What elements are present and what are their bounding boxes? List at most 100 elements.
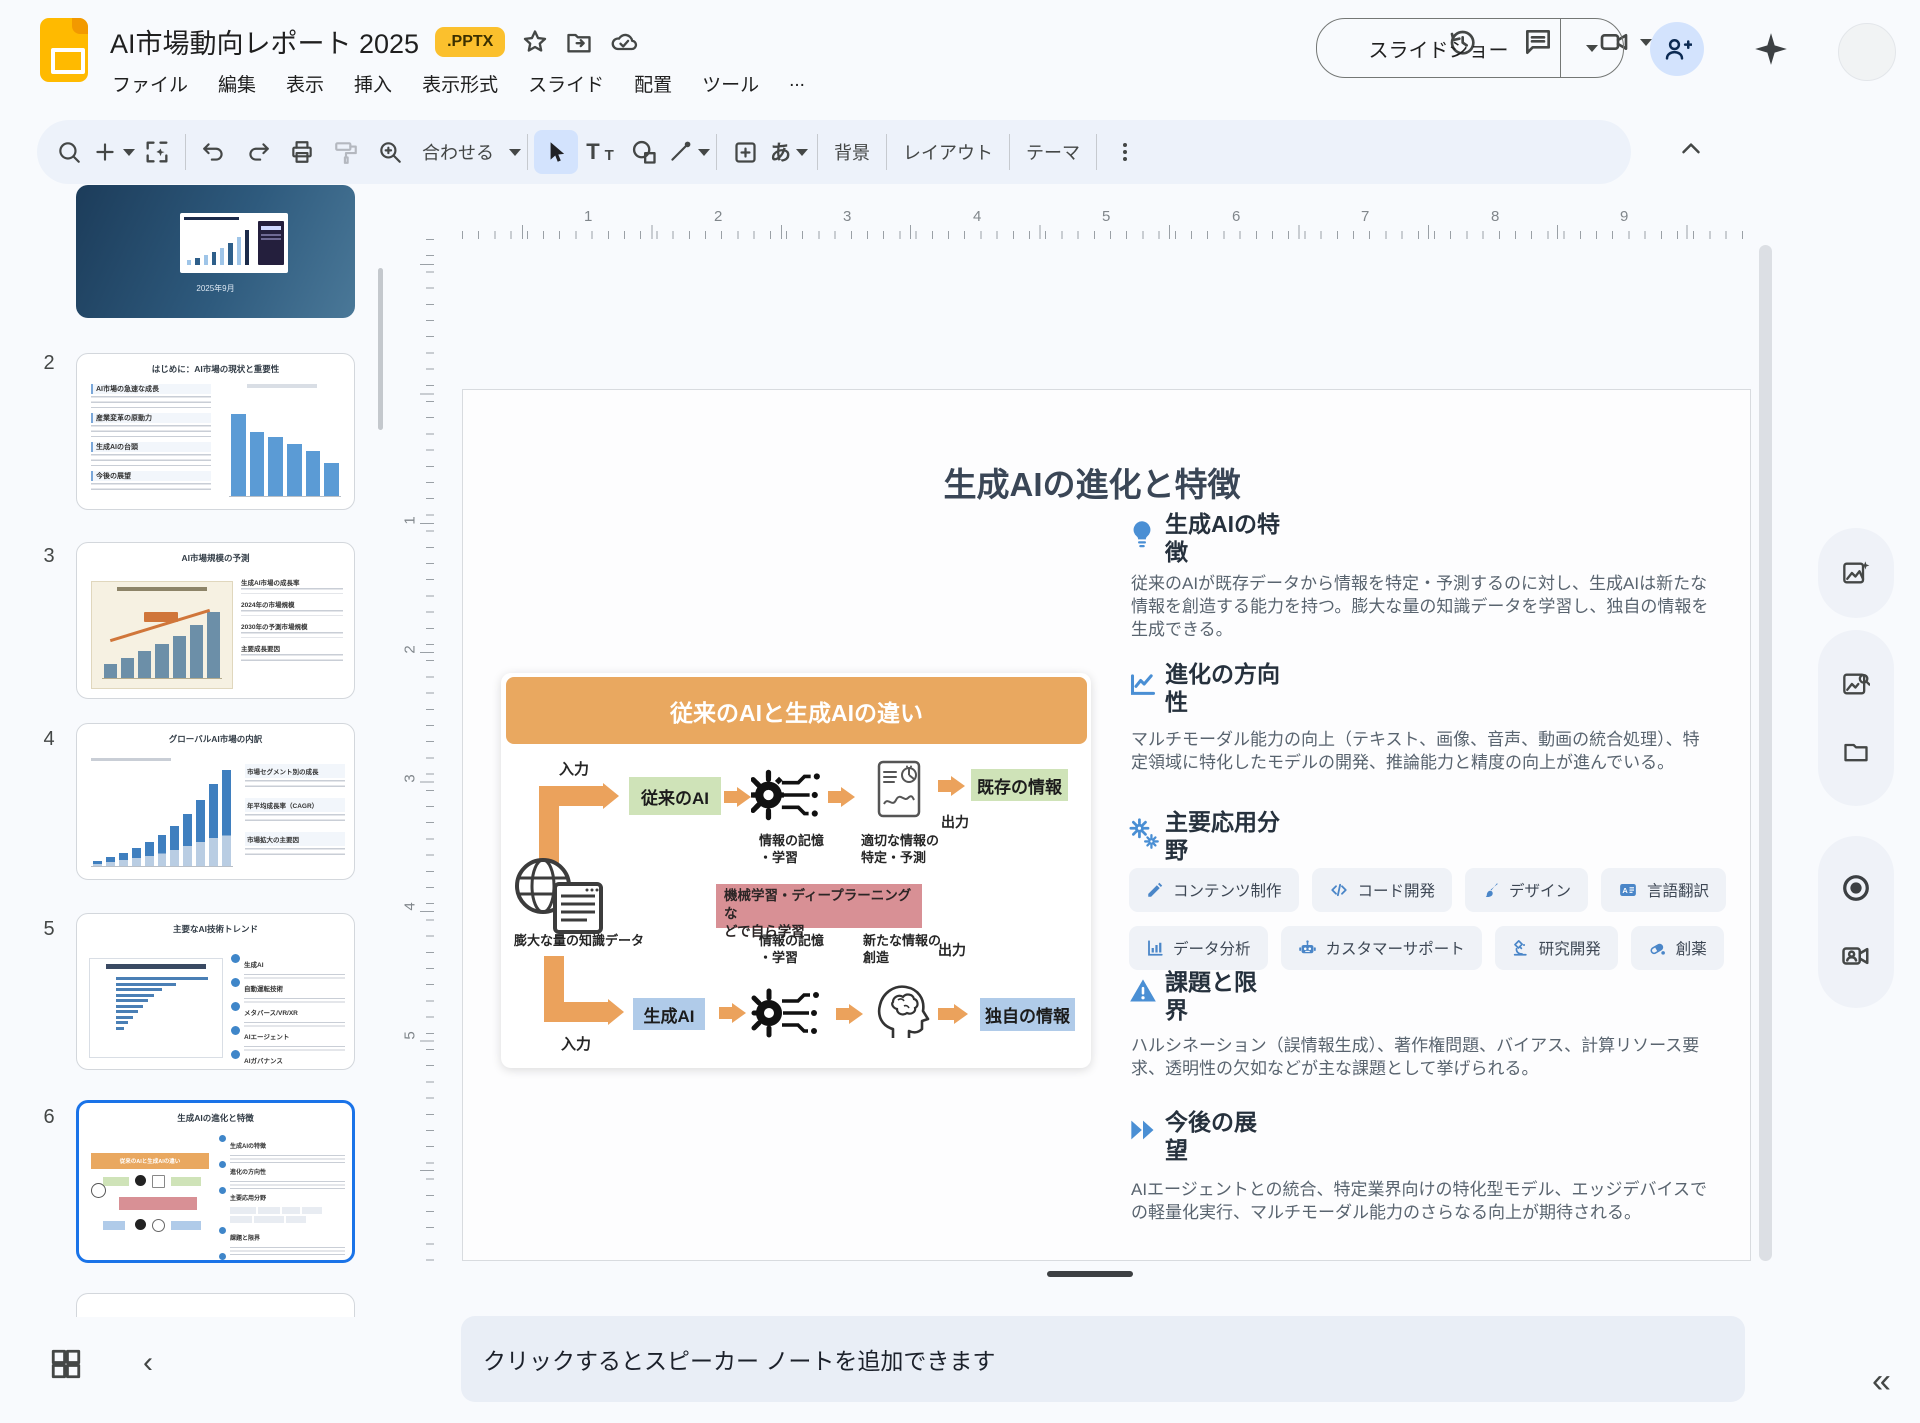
arrow-icon (938, 780, 951, 792)
menu-tools[interactable]: ツール (702, 70, 759, 97)
plus-icon (92, 139, 118, 165)
collapse-toolbar-button[interactable] (1676, 134, 1706, 164)
textbox-tool-button[interactable]: TT (578, 130, 622, 174)
menu-bar: ファイル 編集 表示 挿入 表示形式 スライド 配置 ツール ... (112, 70, 805, 97)
cloud-saved-icon[interactable] (609, 28, 639, 56)
chevron-down-icon (509, 149, 521, 156)
new-slide-button[interactable] (91, 130, 135, 174)
record-icon[interactable] (1841, 873, 1871, 903)
slideshow-button[interactable]: スライドショー (1316, 18, 1624, 78)
undo-button[interactable] (192, 130, 236, 174)
canvas-scrollbar[interactable] (1759, 245, 1772, 1261)
templates-button[interactable] (135, 130, 179, 174)
slideshow-options-button[interactable] (1560, 19, 1623, 77)
background-button[interactable]: 背景 (824, 130, 880, 174)
chip-customer-support: カスタマーサポート (1281, 926, 1482, 970)
slide-canvas[interactable]: 生成AIの進化と特徴 従来のAIと生成AIの違い 入力 従来のAI 情報の記憶 … (462, 389, 1751, 1261)
document-title[interactable]: AI市場動向レポート 2025 (110, 22, 419, 61)
star-icon[interactable] (521, 28, 549, 56)
slides-logo[interactable] (40, 18, 88, 82)
menu-more[interactable]: ... (789, 70, 805, 97)
paint-format-button[interactable] (324, 130, 368, 174)
slide-thumbnail-5[interactable]: 主要なAI技術トレンド 生成AI 自動運転技術 メタバース/VR/XR AIエー… (76, 913, 355, 1070)
avatar[interactable] (1838, 23, 1896, 81)
redo-button[interactable] (236, 130, 280, 174)
chip-drug-discovery: 創薬 (1631, 926, 1724, 970)
gears-icon (1129, 818, 1159, 850)
share-button[interactable] (1650, 22, 1704, 76)
report-icon (877, 760, 921, 818)
menu-edit[interactable]: 編集 (218, 70, 256, 97)
grid-view-button[interactable] (49, 1347, 83, 1381)
create-label: 新たな情報の 創造 (863, 933, 941, 967)
line-icon (667, 139, 693, 165)
bar-chart-icon (1146, 939, 1164, 957)
arrow-icon (719, 1007, 732, 1019)
more-options-button[interactable] (1103, 130, 1147, 174)
slide-thumbnail-3[interactable]: AI市場規模の予測 生成AI市場の成長率 2024年の市場規模 2030年の予測… (76, 542, 355, 699)
speaker-notes-input[interactable]: クリックするとスピーカー ノートを追加できます (461, 1316, 1745, 1402)
zoom-in-icon (377, 139, 403, 165)
slide-thumbnail-1[interactable]: 2025年9月 (76, 185, 355, 318)
gear-circuit-icon (751, 766, 823, 824)
fit-zoom-select[interactable]: 合わせる (412, 130, 521, 174)
robot-icon (1298, 939, 1317, 957)
chip-data-analysis: データ分析 (1129, 926, 1268, 970)
menu-arrange[interactable]: 配置 (634, 70, 672, 97)
gemini-sparkle-icon[interactable] (1752, 30, 1790, 68)
kana-icon: あ (770, 137, 791, 167)
search-menus-button[interactable] (47, 130, 91, 174)
zoom-button[interactable] (368, 130, 412, 174)
microscope-icon (1512, 939, 1530, 957)
menu-file[interactable]: ファイル (112, 70, 188, 97)
menu-slide[interactable]: スライド (528, 70, 604, 97)
menu-format[interactable]: 表示形式 (422, 70, 498, 97)
svg-text:A: A (1622, 886, 1628, 895)
line-tool-button[interactable] (666, 130, 710, 174)
generative-ai-box: 生成AI (633, 998, 705, 1030)
print-button[interactable] (280, 130, 324, 174)
insert-image-button[interactable] (723, 130, 767, 174)
notes-resize-handle[interactable] (1047, 1271, 1133, 1277)
furigana-button[interactable]: あ (767, 130, 811, 174)
redo-icon (245, 139, 271, 165)
arrow-icon (724, 791, 737, 803)
trend-chart-icon (1129, 670, 1157, 698)
horizontal-ruler: 1 2 3 4 5 6 7 8 9 (462, 206, 1751, 239)
brush-icon (1482, 881, 1500, 899)
translate-icon: A (1618, 881, 1638, 899)
slide-thumbnail-4[interactable]: グローバルAI市場の内訳 市場セグメント別の成長 年平均成長率（CAGR） 市場… (76, 723, 355, 880)
knowledge-globe-icon (513, 856, 605, 936)
pptx-badge: .PPTX (435, 27, 505, 57)
select-tool-button[interactable] (534, 130, 578, 174)
menu-view[interactable]: 表示 (286, 70, 324, 97)
arrow-icon (836, 1008, 849, 1020)
move-folder-icon[interactable] (565, 28, 593, 56)
input-label-top: 入力 (559, 760, 589, 780)
cursor-icon (543, 139, 569, 165)
theme-button[interactable]: テーマ (1016, 130, 1090, 174)
filmstrip-scrollbar[interactable] (378, 268, 383, 430)
slide-thumbnail-7[interactable] (76, 1293, 355, 1317)
side-panel-bottom (1818, 836, 1894, 1008)
shape-tool-button[interactable] (622, 130, 666, 174)
search-icon (56, 139, 82, 165)
slide-thumbnail-6-selected[interactable]: 生成AIの進化と特徴 従来のAIと生成AIの違い 生成AIの特徴 進化の方向性 … (76, 1100, 355, 1263)
arrow-icon (828, 791, 841, 803)
side-panel-middle (1818, 630, 1894, 806)
slide1-caption: 2025年9月 (76, 283, 355, 294)
image-sparkle-icon[interactable] (1842, 559, 1870, 587)
camera-person-icon[interactable] (1841, 941, 1871, 971)
menu-insert[interactable]: 挿入 (354, 70, 392, 97)
chevron-down-icon (123, 149, 135, 156)
collapse-filmstrip-button[interactable]: ‹ (143, 1348, 153, 1378)
head-brain-icon (871, 978, 933, 1040)
existing-info-box: 既存の情報 (971, 769, 1068, 801)
expand-sidebar-button[interactable]: « (1872, 1364, 1891, 1398)
folder-icon[interactable] (1842, 738, 1870, 766)
layout-button[interactable]: レイアウト (893, 130, 1003, 174)
slide-thumbnail-2[interactable]: はじめに：AI市場の現状と重要性 AI市場の急速な成長 産業変革の原動力 生成A… (76, 353, 355, 510)
slide-number: 6 (36, 1106, 62, 1129)
toolbar: 合わせる TT あ 背景 レイアウト テーマ (37, 120, 1631, 184)
image-search-icon[interactable] (1842, 670, 1870, 698)
